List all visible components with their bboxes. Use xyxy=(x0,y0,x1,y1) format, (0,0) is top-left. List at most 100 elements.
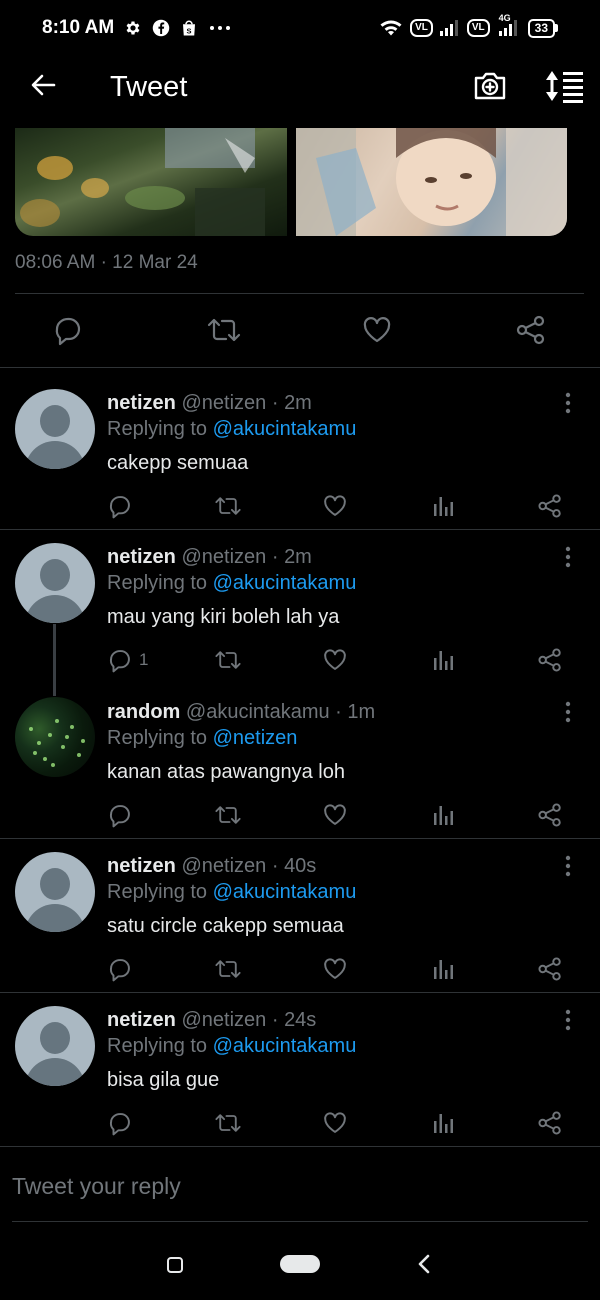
share-icon[interactable] xyxy=(537,492,563,520)
reply-text: cakepp semuaa xyxy=(107,452,249,474)
more-options-icon[interactable] xyxy=(558,1008,578,1032)
tweet-actions xyxy=(0,308,600,352)
retweet-icon[interactable] xyxy=(214,492,242,520)
share-icon[interactable] xyxy=(537,955,563,983)
reply-input[interactable] xyxy=(12,1168,572,1204)
gear-icon xyxy=(124,19,142,37)
avatar[interactable] xyxy=(15,543,95,623)
retweet-icon[interactable] xyxy=(206,314,241,346)
reply-header: random @akucintakamu · 1m xyxy=(107,700,375,724)
analytics-icon[interactable] xyxy=(430,1109,456,1137)
replying-to-prefix: Replying to xyxy=(107,881,208,903)
shopping-bag-icon: S xyxy=(180,19,198,37)
mention-link[interactable]: @netizen xyxy=(213,727,298,749)
reply-header-separator: · xyxy=(271,546,279,568)
reply-item[interactable]: netizen @netizen · 2m Replying to @akuci… xyxy=(0,530,600,685)
more-dots-icon xyxy=(208,23,232,33)
page-title: Tweet xyxy=(110,71,188,103)
like-icon[interactable] xyxy=(322,955,348,983)
retweet-icon[interactable] xyxy=(214,1109,242,1137)
more-options-icon[interactable] xyxy=(558,545,578,569)
retweet-icon[interactable] xyxy=(214,801,242,829)
camera-add-icon[interactable] xyxy=(472,68,508,104)
analytics-icon[interactable] xyxy=(430,801,456,829)
reply-time: 2m xyxy=(284,392,312,414)
analytics-icon[interactable] xyxy=(430,955,456,983)
recent-apps-icon[interactable] xyxy=(167,1257,183,1273)
reply-item[interactable]: random @akucintakamu · 1m Replying to @n… xyxy=(0,685,600,838)
reply-icon[interactable] xyxy=(107,801,139,829)
like-icon[interactable] xyxy=(322,492,348,520)
wifi-icon xyxy=(379,19,403,37)
reply-item[interactable]: netizen @netizen · 2m Replying to @akuci… xyxy=(0,368,600,529)
analytics-icon[interactable] xyxy=(430,646,456,674)
share-icon[interactable] xyxy=(515,314,547,346)
mention-link[interactable]: @akucintakamu xyxy=(213,881,357,903)
avatar[interactable] xyxy=(15,1006,95,1086)
reply-icon[interactable] xyxy=(107,1109,139,1137)
replying-to: Replying to @akucintakamu xyxy=(107,571,356,595)
share-icon[interactable] xyxy=(537,801,563,829)
like-icon[interactable] xyxy=(361,314,393,346)
reply-author-name[interactable]: random xyxy=(107,701,180,723)
reply-author-handle: @netizen xyxy=(181,546,267,568)
back-arrow-icon[interactable] xyxy=(28,70,58,100)
retweet-icon[interactable] xyxy=(214,955,242,983)
divider xyxy=(0,1146,600,1147)
nav-back-icon[interactable] xyxy=(414,1253,434,1275)
tweet-media xyxy=(15,128,567,236)
reply-icon[interactable] xyxy=(107,492,139,520)
mention-link[interactable]: @akucintakamu xyxy=(213,418,357,440)
reply-icon[interactable]: 1 xyxy=(107,646,148,674)
4g-signal-icon: 4G xyxy=(497,13,521,36)
mention-link[interactable]: @akucintakamu xyxy=(213,1035,357,1057)
divider xyxy=(15,293,584,294)
media-image-left[interactable] xyxy=(15,128,287,236)
avatar[interactable] xyxy=(15,852,95,932)
analytics-icon[interactable] xyxy=(430,492,456,520)
replying-to: Replying to @akucintakamu xyxy=(107,1034,356,1058)
more-options-icon[interactable] xyxy=(558,854,578,878)
reply-actions xyxy=(0,492,600,522)
replying-to: Replying to @netizen xyxy=(107,726,297,750)
reply-author-name[interactable]: netizen xyxy=(107,546,176,568)
battery-level: 33 xyxy=(527,18,555,38)
mention-link[interactable]: @akucintakamu xyxy=(213,572,357,594)
reply-author-handle: @akucintakamu xyxy=(185,701,330,723)
share-icon[interactable] xyxy=(537,646,563,674)
retweet-icon[interactable] xyxy=(214,646,242,674)
like-icon[interactable] xyxy=(322,1109,348,1137)
tweet-timestamp: 08:06 AM · 12 Mar 24 xyxy=(15,252,198,274)
reply-item[interactable]: netizen @netizen · 24s Replying to @akuc… xyxy=(0,993,600,1146)
reply-actions xyxy=(0,955,600,985)
avatar[interactable] xyxy=(15,389,95,469)
reply-header: netizen @netizen · 24s xyxy=(107,1008,316,1032)
status-bar: 8:10 AM S VL VL 4G 33 xyxy=(0,0,600,56)
avatar[interactable] xyxy=(15,697,95,777)
reply-text: satu circle cakepp semuaa xyxy=(107,915,344,937)
home-icon[interactable] xyxy=(280,1255,320,1273)
like-icon[interactable] xyxy=(322,646,348,674)
reply-author-name[interactable]: netizen xyxy=(107,392,176,414)
sort-icon[interactable] xyxy=(543,68,585,104)
reply-time: 24s xyxy=(284,1009,317,1031)
volte-icon: VL xyxy=(410,19,433,37)
reply-header-separator: · xyxy=(271,1009,279,1031)
like-icon[interactable] xyxy=(322,801,348,829)
reply-time: 1m xyxy=(347,701,376,723)
reply-icon[interactable] xyxy=(107,955,139,983)
tweet-time: 08:06 AM xyxy=(15,252,96,273)
more-options-icon[interactable] xyxy=(558,391,578,415)
reply-item[interactable]: netizen @netizen · 40s Replying to @akuc… xyxy=(0,839,600,992)
reply-author-name[interactable]: netizen xyxy=(107,855,176,877)
reply-author-handle: @netizen xyxy=(181,392,267,414)
svg-text:S: S xyxy=(187,26,192,35)
media-image-right[interactable] xyxy=(296,128,567,236)
reply-header: netizen @netizen · 40s xyxy=(107,854,316,878)
share-icon[interactable] xyxy=(537,1109,563,1137)
reply-icon[interactable] xyxy=(52,314,84,346)
more-options-icon[interactable] xyxy=(558,700,578,724)
reply-author-name[interactable]: netizen xyxy=(107,1009,176,1031)
reply-header-separator: · xyxy=(335,701,342,723)
system-nav-bar xyxy=(0,1235,600,1295)
